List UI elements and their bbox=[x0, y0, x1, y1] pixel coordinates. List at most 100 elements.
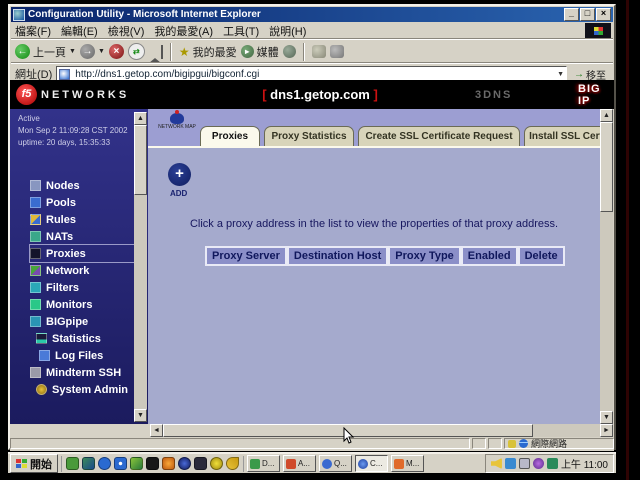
column-proxy-server[interactable]: Proxy Server bbox=[205, 246, 287, 266]
go-arrow-icon: → bbox=[574, 69, 584, 80]
column-proxy-type[interactable]: Proxy Type bbox=[388, 246, 461, 266]
horizontal-scrollbar[interactable]: ◄ ► bbox=[150, 424, 613, 437]
sidebar-item-proxies[interactable]: Proxies bbox=[30, 245, 142, 262]
taskbar: 開始 D... A... Q... C... M... 上午 11:00 bbox=[8, 452, 616, 473]
sidebar-item-system-admin[interactable]: System Admin bbox=[30, 381, 142, 398]
address-dropdown-icon[interactable]: ▼ bbox=[557, 71, 564, 78]
quicklaunch-icon-11[interactable] bbox=[226, 457, 239, 470]
add-proxy-button[interactable]: + bbox=[168, 163, 191, 186]
close-button[interactable]: × bbox=[596, 8, 611, 21]
back-button[interactable]: ← 上一頁 ▼ bbox=[15, 44, 76, 60]
tab-create-ssl-certificate-request[interactable]: Create SSL Certificate Request bbox=[358, 126, 520, 146]
sidebar-scroll-thumb[interactable] bbox=[134, 125, 147, 195]
log-files-icon bbox=[39, 350, 50, 361]
forward-icon: → bbox=[80, 44, 95, 59]
column-delete[interactable]: Delete bbox=[518, 246, 565, 266]
forward-dropdown-icon[interactable]: ▼ bbox=[98, 48, 105, 55]
network-icon bbox=[30, 265, 41, 276]
sidebar-item-network[interactable]: Network bbox=[30, 262, 142, 279]
network-tray-icon[interactable] bbox=[547, 458, 558, 469]
back-dropdown-icon[interactable]: ▼ bbox=[69, 48, 76, 55]
sidebar-item-log-files[interactable]: Log Files bbox=[30, 347, 142, 364]
messenger-icon[interactable] bbox=[505, 458, 516, 469]
title-bar: Configuration Utility - Microsoft Intern… bbox=[11, 7, 613, 22]
start-button[interactable]: 開始 bbox=[10, 454, 58, 473]
sidebar-item-mindterm-ssh[interactable]: Mindterm SSH bbox=[30, 364, 142, 381]
sidebar-item-rules[interactable]: Rules bbox=[30, 211, 142, 228]
task-button-2[interactable]: A... bbox=[283, 455, 316, 472]
print-button[interactable] bbox=[330, 45, 344, 58]
app-icon bbox=[13, 9, 25, 21]
quicklaunch-icon-7[interactable] bbox=[162, 457, 175, 470]
vertical-scrollbar[interactable]: ▲ ▼ bbox=[600, 109, 613, 424]
media-button[interactable]: ▸ 媒體 bbox=[241, 44, 279, 60]
media-icon: ▸ bbox=[241, 45, 254, 58]
scroll-down-icon[interactable]: ▼ bbox=[600, 411, 613, 424]
menu-view[interactable]: 檢視(V) bbox=[108, 23, 145, 39]
scroll-left-icon[interactable]: ◄ bbox=[150, 424, 163, 437]
menu-tools[interactable]: 工具(T) bbox=[223, 23, 259, 39]
sidebar-item-filters[interactable]: Filters bbox=[30, 279, 142, 296]
sidebar-item-pools[interactable]: Pools bbox=[30, 194, 142, 211]
task-button-5[interactable]: M... bbox=[391, 455, 424, 472]
clock[interactable]: 上午 11:00 bbox=[561, 456, 608, 471]
scroll-down-icon[interactable]: ▼ bbox=[134, 409, 147, 422]
nav-3dns[interactable]: 3DNS bbox=[475, 89, 512, 101]
page-icon bbox=[59, 69, 70, 80]
quicklaunch-icon-2[interactable] bbox=[82, 457, 95, 470]
quicklaunch-icon-1[interactable] bbox=[66, 457, 79, 470]
stop-button[interactable]: × bbox=[109, 44, 124, 59]
quicklaunch-icon-3[interactable] bbox=[98, 457, 111, 470]
nav-bigip[interactable]: BIG IP bbox=[578, 83, 614, 107]
column-destination-host[interactable]: Destination Host bbox=[287, 246, 388, 266]
quicklaunch-icon-10[interactable] bbox=[210, 457, 223, 470]
app-tray-icon[interactable] bbox=[533, 458, 544, 469]
scroll-up-icon[interactable]: ▲ bbox=[134, 112, 147, 125]
volume-icon[interactable] bbox=[491, 458, 502, 469]
scroll-right-icon[interactable]: ► bbox=[600, 424, 613, 437]
sidebar-item-nodes[interactable]: Nodes bbox=[30, 177, 142, 194]
sidebar-item-nats[interactable]: NATs bbox=[30, 228, 142, 245]
favorites-button[interactable]: ★ 我的最愛 bbox=[179, 44, 237, 60]
quicklaunch-icon-9[interactable] bbox=[194, 457, 207, 470]
home-button[interactable] bbox=[149, 46, 163, 58]
task-button-1[interactable]: D... bbox=[247, 455, 280, 472]
task-button-3[interactable]: Q... bbox=[319, 455, 352, 472]
sidebar-item-bigpipe[interactable]: BIGpipe bbox=[30, 313, 142, 330]
mail-button[interactable] bbox=[312, 45, 326, 58]
scroll-up-icon[interactable]: ▲ bbox=[600, 109, 613, 122]
maximize-button[interactable]: □ bbox=[580, 8, 595, 21]
task-icon-1 bbox=[250, 459, 260, 469]
status-bar: 網際網路 bbox=[10, 438, 614, 451]
sidebar-scrollbar[interactable]: ▲ ▼ bbox=[134, 112, 147, 422]
network-map-button[interactable]: NETWORK MAP bbox=[156, 113, 198, 130]
sidebar-item-monitors[interactable]: Monitors bbox=[30, 296, 142, 313]
tab-proxies[interactable]: Proxies bbox=[200, 126, 260, 146]
quicklaunch-icon-4[interactable] bbox=[114, 457, 127, 470]
f5-logo[interactable]: f5 bbox=[16, 84, 37, 105]
quicklaunch-icon-6[interactable] bbox=[146, 457, 159, 470]
sidebar-item-statistics[interactable]: Statistics bbox=[30, 330, 142, 347]
tab-install-ssl-certificates[interactable]: Install SSL Certif bbox=[524, 126, 600, 146]
task-icon-2 bbox=[286, 459, 296, 469]
rules-icon bbox=[30, 214, 41, 225]
refresh-button[interactable]: ⇄ bbox=[128, 43, 145, 60]
menu-favorites[interactable]: 我的最愛(A) bbox=[154, 23, 213, 39]
vertical-scroll-thumb[interactable] bbox=[600, 122, 613, 212]
task-button-4[interactable]: C... bbox=[355, 455, 388, 472]
video-artifact bbox=[626, 0, 629, 480]
minimize-button[interactable]: _ bbox=[564, 8, 579, 21]
forward-button[interactable]: → ▼ bbox=[80, 44, 105, 59]
menu-edit[interactable]: 編輯(E) bbox=[61, 23, 98, 39]
quicklaunch-icon-5[interactable] bbox=[130, 457, 143, 470]
column-enabled[interactable]: Enabled bbox=[461, 246, 518, 266]
tab-proxy-statistics[interactable]: Proxy Statistics bbox=[264, 126, 354, 146]
display-icon[interactable] bbox=[519, 458, 530, 469]
quicklaunch-icon-8[interactable] bbox=[178, 457, 191, 470]
history-button[interactable] bbox=[283, 45, 296, 58]
address-input[interactable] bbox=[73, 67, 554, 81]
window-title: Configuration Utility - Microsoft Intern… bbox=[28, 9, 261, 20]
menu-file[interactable]: 檔案(F) bbox=[15, 23, 51, 39]
menu-help[interactable]: 說明(H) bbox=[269, 23, 306, 39]
network-map-label: NETWORK MAP bbox=[156, 124, 198, 130]
